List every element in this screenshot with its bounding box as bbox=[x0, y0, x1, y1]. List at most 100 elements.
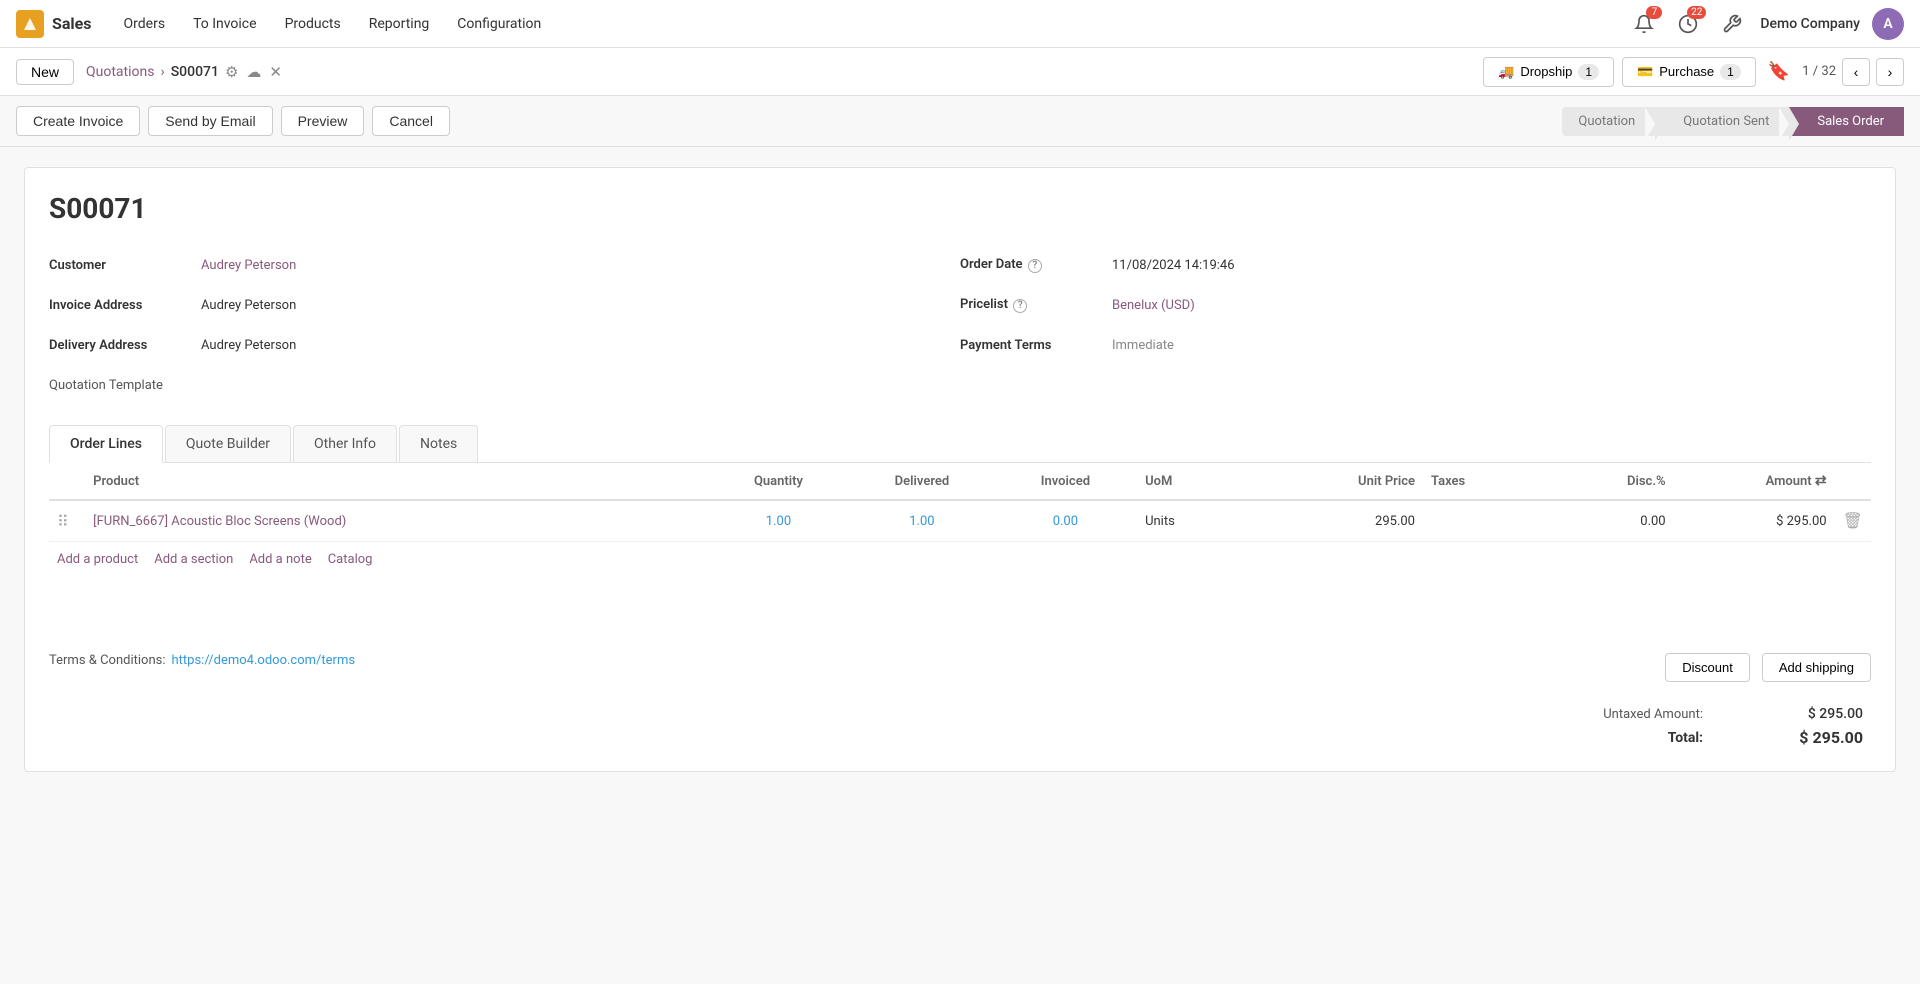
th-disc: Disc.% bbox=[1548, 463, 1673, 500]
add-links: Add a product Add a section Add a note C… bbox=[49, 542, 1871, 577]
untaxed-amount-label: Untaxed Amount: bbox=[1603, 707, 1703, 722]
settings-icon[interactable]: ⚙ bbox=[225, 63, 238, 81]
close-icon[interactable]: ✕ bbox=[269, 63, 282, 81]
terms-label: Terms & Conditions: bbox=[49, 653, 166, 668]
table-row: ⠿ [FURN_6667] Acoustic Bloc Screens (Woo… bbox=[49, 500, 1871, 542]
brand-icon bbox=[16, 10, 44, 38]
actions-cell: 🗑 bbox=[1835, 500, 1871, 542]
purchase-button[interactable]: 💳 Purchase 1 bbox=[1622, 57, 1756, 87]
tools-btn[interactable] bbox=[1716, 8, 1748, 40]
customer-row: Customer Audrey Peterson bbox=[49, 249, 960, 281]
product-name[interactable]: [FURN_6667] Acoustic Bloc Screens (Wood) bbox=[93, 514, 346, 529]
unit-price-value: 295.00 bbox=[1375, 514, 1415, 529]
customer-label: Customer bbox=[49, 258, 189, 273]
truck-icon: 🚚 bbox=[1498, 64, 1514, 80]
messages-btn[interactable]: 22 bbox=[1672, 8, 1704, 40]
brand[interactable]: Sales bbox=[16, 10, 92, 38]
invoice-address-row: Invoice Address Audrey Peterson bbox=[49, 289, 960, 321]
status-buttons: 🚚 Dropship 1 💳 Purchase 1 bbox=[1483, 57, 1756, 87]
quotation-template-row: Quotation Template bbox=[49, 369, 960, 401]
th-drag bbox=[49, 463, 85, 500]
delivered-value[interactable]: 1.00 bbox=[909, 514, 934, 529]
delete-row-button[interactable]: 🗑 bbox=[1843, 511, 1863, 531]
purchase-count: 1 bbox=[1720, 64, 1741, 80]
cancel-button[interactable]: Cancel bbox=[372, 106, 450, 136]
navbar: Sales Orders To Invoice Products Reporti… bbox=[0, 0, 1920, 48]
pipeline-quotation-sent[interactable]: Quotation Sent bbox=[1655, 107, 1789, 136]
main-content: S00071 Customer Audrey Peterson Invoice … bbox=[0, 147, 1920, 971]
untaxed-amount-row: Untaxed Amount: $ 295.00 bbox=[1563, 706, 1863, 722]
new-button[interactable]: New bbox=[16, 59, 74, 85]
record-navigation: 1 / 32 ‹ › bbox=[1802, 58, 1904, 86]
th-quantity: Quantity bbox=[707, 463, 850, 500]
order-date-label: Order Date ? bbox=[960, 257, 1100, 273]
create-invoice-button[interactable]: Create Invoice bbox=[16, 106, 140, 136]
delivery-address-value: Audrey Peterson bbox=[201, 338, 296, 353]
tabs: Order Lines Quote Builder Other Info Not… bbox=[49, 425, 1871, 462]
th-product: Product bbox=[85, 463, 707, 500]
invoiced-value[interactable]: 0.00 bbox=[1053, 514, 1078, 529]
add-shipping-button[interactable]: Add shipping bbox=[1762, 653, 1871, 682]
disc-cell: 0.00 bbox=[1548, 500, 1673, 542]
user-avatar[interactable]: A bbox=[1872, 8, 1904, 40]
invoice-address-label: Invoice Address bbox=[49, 298, 189, 313]
add-note-link[interactable]: Add a note bbox=[249, 552, 311, 567]
order-date-row: Order Date ? 11/08/2024 14:19:46 bbox=[960, 249, 1871, 281]
tab-notes[interactable]: Notes bbox=[399, 425, 478, 462]
add-section-link[interactable]: Add a section bbox=[154, 552, 233, 567]
card-icon: 💳 bbox=[1637, 64, 1653, 80]
breadcrumb: Quotations › S00071 ⚙ ☁ ✕ bbox=[86, 63, 282, 81]
tab-order-lines[interactable]: Order Lines bbox=[49, 425, 163, 463]
discount-button[interactable]: Discount bbox=[1665, 653, 1750, 682]
notifications-btn[interactable]: 7 bbox=[1628, 8, 1660, 40]
order-date-value: 11/08/2024 14:19:46 bbox=[1112, 258, 1235, 273]
th-actions bbox=[1835, 463, 1871, 500]
pricelist-help[interactable]: ? bbox=[1013, 299, 1027, 313]
payment-terms-row: Payment Terms Immediate bbox=[960, 329, 1871, 361]
amount-cell: $ 295.00 bbox=[1674, 500, 1835, 542]
total-label: Total: bbox=[1668, 730, 1703, 746]
quantity-cell: 1.00 bbox=[707, 500, 850, 542]
totals-table: Untaxed Amount: $ 295.00 Total: $ 295.00 bbox=[1555, 706, 1871, 747]
bookmark-button[interactable]: 🔖 bbox=[1768, 61, 1790, 82]
pipeline-quotation[interactable]: Quotation bbox=[1562, 107, 1655, 136]
messages-badge: 22 bbox=[1687, 6, 1706, 19]
next-record-button[interactable]: › bbox=[1876, 58, 1904, 86]
adjust-columns-icon[interactable]: ⇄ bbox=[1815, 473, 1827, 489]
drag-handle-icon[interactable]: ⠿ bbox=[57, 512, 69, 531]
nav-reporting[interactable]: Reporting bbox=[357, 10, 442, 38]
breadcrumb-parent[interactable]: Quotations bbox=[86, 64, 154, 80]
dropship-button[interactable]: 🚚 Dropship 1 bbox=[1483, 57, 1614, 87]
tab-quote-builder[interactable]: Quote Builder bbox=[165, 425, 291, 462]
nav-orders[interactable]: Orders bbox=[112, 10, 178, 38]
table-body: ⠿ [FURN_6667] Acoustic Bloc Screens (Woo… bbox=[49, 500, 1871, 542]
bottom-layout: Terms & Conditions: https://demo4.odoo.c… bbox=[49, 653, 1871, 747]
uom-cell: Units bbox=[1137, 500, 1262, 542]
nav-to-invoice[interactable]: To Invoice bbox=[181, 10, 269, 38]
tab-other-info[interactable]: Other Info bbox=[293, 425, 397, 462]
prev-record-button[interactable]: ‹ bbox=[1842, 58, 1870, 86]
nav-products[interactable]: Products bbox=[273, 10, 353, 38]
customer-value[interactable]: Audrey Peterson bbox=[201, 258, 296, 273]
company-name: Demo Company bbox=[1760, 16, 1860, 32]
total-value: $ 295.00 bbox=[1783, 728, 1863, 747]
terms-link[interactable]: https://demo4.odoo.com/terms bbox=[172, 653, 356, 668]
purchase-label: Purchase bbox=[1659, 64, 1714, 79]
amount-value: $ 295.00 bbox=[1776, 514, 1827, 529]
preview-button[interactable]: Preview bbox=[281, 106, 365, 136]
th-invoiced: Invoiced bbox=[994, 463, 1137, 500]
catalog-link[interactable]: Catalog bbox=[328, 552, 373, 567]
product-cell: [FURN_6667] Acoustic Bloc Screens (Wood) bbox=[85, 500, 707, 542]
drag-handle-cell: ⠿ bbox=[49, 500, 85, 542]
invoiced-cell: 0.00 bbox=[994, 500, 1137, 542]
cloud-icon[interactable]: ☁ bbox=[246, 63, 261, 81]
order-date-help[interactable]: ? bbox=[1028, 259, 1042, 273]
pricelist-value[interactable]: Benelux (USD) bbox=[1112, 298, 1195, 313]
tabs-container: Order Lines Quote Builder Other Info Not… bbox=[49, 425, 1871, 463]
add-product-link[interactable]: Add a product bbox=[57, 552, 138, 567]
nav-configuration[interactable]: Configuration bbox=[445, 10, 553, 38]
dropship-count: 1 bbox=[1578, 64, 1599, 80]
send-by-email-button[interactable]: Send by Email bbox=[148, 106, 272, 136]
quantity-value[interactable]: 1.00 bbox=[766, 514, 791, 529]
pipeline-sales-order[interactable]: Sales Order bbox=[1789, 107, 1904, 136]
